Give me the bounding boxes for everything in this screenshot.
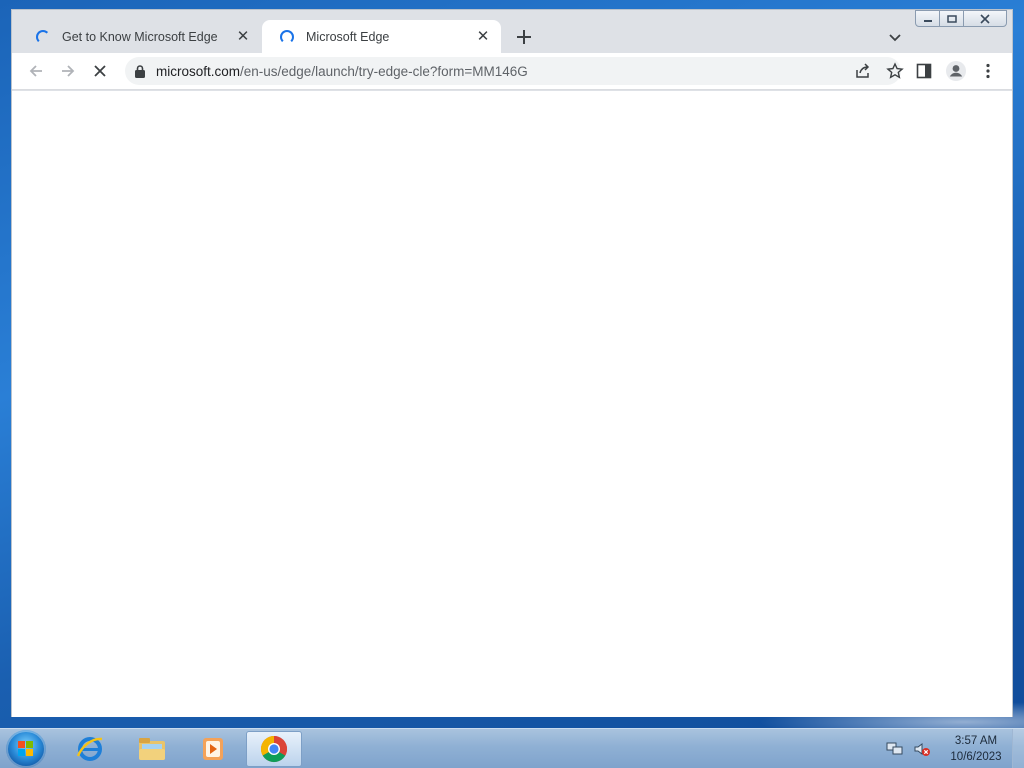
clock-date: 10/6/2023 (950, 751, 1002, 763)
close-window-button[interactable] (963, 10, 1007, 27)
new-tab-button[interactable] (512, 25, 536, 49)
loading-spinner-icon (280, 29, 294, 44)
url-path: /en-us/edge/launch/try-edge-cle?form=MM1… (240, 63, 528, 79)
bookmark-button[interactable] (884, 60, 906, 82)
tab-strip: Get to Know Microsoft Edge ✕ Microsoft E… (12, 10, 1012, 53)
taskbar-windows-explorer[interactable] (124, 731, 180, 767)
system-tray: 3:57 AM 10/6/2023 (884, 729, 1024, 768)
taskbar-internet-explorer[interactable] (62, 731, 118, 767)
tab-title: Microsoft Edge (306, 29, 390, 44)
internet-explorer-icon (76, 737, 103, 761)
folder-icon (139, 738, 165, 760)
page-content (12, 91, 1012, 717)
loading-spinner-icon (36, 29, 50, 44)
tab-close-icon[interactable]: ✕ (473, 27, 493, 47)
window-controls (915, 10, 1007, 28)
share-icon (856, 63, 870, 78)
minimize-button[interactable] (915, 10, 940, 27)
clock-time: 3:57 AM (954, 735, 998, 747)
forward-arrow-icon (62, 65, 75, 77)
stop-loading-icon (94, 65, 106, 77)
minimize-icon (923, 19, 932, 22)
lock-icon[interactable] (134, 64, 146, 78)
menu-button[interactable] (977, 60, 999, 82)
windows-logo-icon (18, 741, 34, 757)
taskbar-media-player[interactable] (185, 731, 241, 767)
plus-icon (517, 30, 531, 44)
tab-search-button[interactable] (884, 26, 906, 48)
show-desktop-button[interactable] (1012, 729, 1024, 768)
side-panel-button[interactable] (913, 60, 935, 82)
browser-window: Get to Know Microsoft Edge ✕ Microsoft E… (11, 9, 1013, 717)
address-text: microsoft.com/en-us/edge/launch/try-edge… (156, 64, 528, 79)
tab-microsoft-edge[interactable]: Microsoft Edge ✕ (262, 20, 501, 53)
media-player-icon (203, 738, 223, 760)
forward-button[interactable] (57, 60, 79, 82)
tab-title: Get to Know Microsoft Edge (62, 29, 218, 44)
browser-toolbar: microsoft.com/en-us/edge/launch/try-edge… (12, 53, 1012, 90)
tab-close-icon[interactable]: ✕ (233, 27, 253, 47)
start-button[interactable] (6, 730, 46, 768)
tab-get-to-know-edge[interactable]: Get to Know Microsoft Edge ✕ (18, 20, 261, 53)
close-icon (980, 13, 990, 24)
back-button[interactable] (25, 60, 47, 82)
restore-button[interactable] (939, 10, 964, 27)
stop-loading-button[interactable] (89, 60, 111, 82)
restore-icon (946, 14, 957, 23)
taskbar: 3:57 AM 10/6/2023 (0, 728, 1024, 768)
side-panel-icon (916, 63, 932, 79)
back-arrow-icon (29, 65, 42, 77)
volume-muted-icon[interactable] (910, 738, 934, 760)
clock[interactable]: 3:57 AM 10/6/2023 (944, 733, 1008, 765)
url-host: microsoft.com (156, 63, 241, 79)
star-icon (886, 62, 904, 79)
chevron-down-icon (889, 34, 901, 42)
profile-icon (946, 61, 966, 81)
taskbar-google-chrome[interactable] (246, 731, 302, 767)
chrome-icon (260, 735, 288, 763)
network-icon[interactable] (884, 738, 906, 760)
profile-button[interactable] (945, 60, 967, 82)
address-bar[interactable]: microsoft.com/en-us/edge/launch/try-edge… (125, 57, 904, 85)
share-button[interactable] (852, 60, 874, 82)
kebab-menu-icon (986, 63, 990, 79)
